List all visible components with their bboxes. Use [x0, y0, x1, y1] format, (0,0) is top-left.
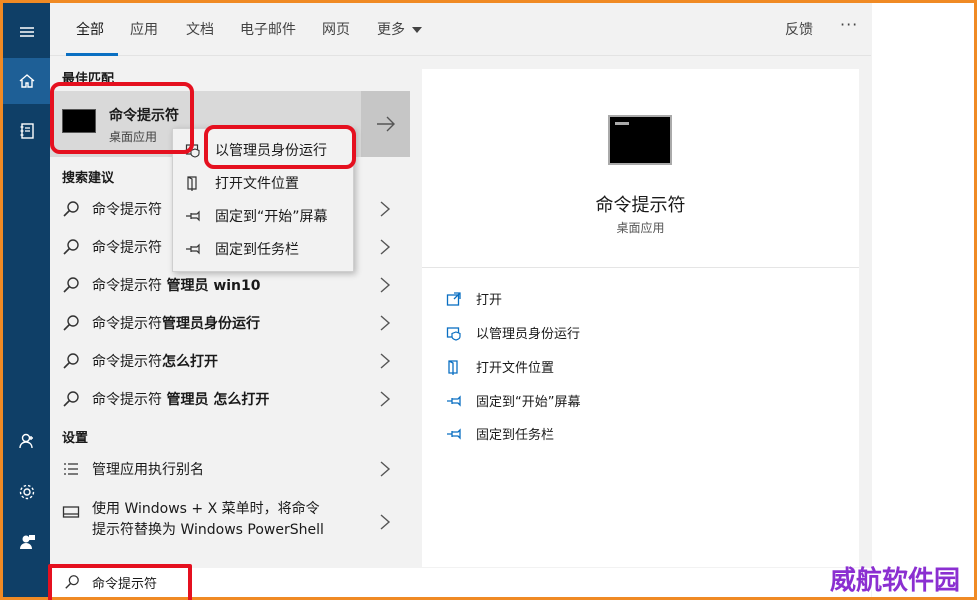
pin-icon [186, 210, 200, 222]
arrow-right-icon [376, 116, 395, 132]
search-icon [63, 201, 79, 217]
suggestion-item[interactable]: 命令提示符 管理员 win10 [50, 267, 410, 303]
menu-item-open-file-location[interactable]: 打开文件位置 [173, 166, 353, 199]
chevron-right-icon [380, 277, 391, 293]
home-icon [19, 74, 34, 88]
chevron-right-icon [380, 239, 391, 255]
suggestion-text: 命令提示符 [92, 202, 162, 218]
divider [422, 267, 859, 268]
feedback-button[interactable]: 反馈 [785, 19, 813, 39]
person-icon [18, 433, 33, 449]
menu-item-pin-taskbar[interactable]: 固定到任务栏 [173, 232, 353, 265]
best-match-expand-button[interactable] [361, 91, 410, 157]
search-icon [63, 315, 79, 331]
chevron-right-icon [380, 315, 391, 331]
notebook-button[interactable] [3, 108, 50, 154]
tab-all[interactable]: 全部 [76, 19, 104, 39]
tab-email[interactable]: 电子邮件 [240, 19, 296, 39]
chevron-right-icon [380, 353, 391, 369]
folder-icon [448, 360, 458, 375]
search-icon [63, 277, 79, 293]
action-label: 打开文件位置 [476, 361, 555, 376]
pin-icon [186, 243, 200, 255]
search-icon [63, 353, 79, 369]
caret-down-icon [412, 27, 423, 33]
tab-apps[interactable]: 应用 [130, 19, 158, 39]
pin-icon [447, 428, 461, 440]
notebook-icon [20, 123, 34, 139]
chevron-right-icon [380, 514, 391, 530]
desktop-background [872, 3, 974, 597]
setting-label: 使用 Windows + X 菜单时，将命令 提示符替换为 Windows Pow… [92, 501, 324, 538]
left-rail [3, 3, 50, 597]
preview-pane: 命令提示符 桌面应用 打开 以管理员身份运行 打开文件位置 固定到“开始”屏幕 … [422, 69, 859, 567]
pin-icon [447, 395, 461, 407]
chevron-right-icon [380, 461, 391, 477]
tab-more-label: 更多 [377, 22, 405, 38]
suggestion-text: 命令提示符管理员身份运行 [92, 316, 260, 332]
watermark: 威航软件园 [830, 566, 961, 596]
list-icon [64, 463, 78, 475]
suggestion-item[interactable]: 命令提示符管理员身份运行 [50, 305, 410, 341]
suggestions-heading: 搜索建议 [62, 171, 115, 186]
active-tab-indicator [66, 53, 118, 56]
settings-button[interactable] [3, 469, 50, 515]
action-label: 打开 [476, 293, 503, 308]
menu-item-label: 固定到任务栏 [215, 242, 299, 258]
suggestion-text: 命令提示符 管理员 怎么打开 [92, 392, 270, 408]
suggestion-text: 命令提示符 [92, 240, 162, 256]
action-label: 以管理员身份运行 [476, 327, 581, 342]
feedback-hub-button[interactable] [3, 519, 50, 565]
filter-tabs: 全部 应用 文档 电子邮件 网页 更多 反馈 ··· [50, 3, 871, 56]
search-icon [63, 239, 79, 255]
preview-app-subtitle: 桌面应用 [616, 221, 665, 235]
more-options-button[interactable]: ··· [840, 15, 858, 34]
folder-icon [187, 176, 197, 191]
setting-item-powershell-replace[interactable]: 使用 Windows + X 菜单时，将命令 提示符替换为 Windows Pow… [50, 497, 410, 553]
home-button[interactable] [3, 58, 50, 104]
setting-label: 管理应用执行别名 [92, 462, 204, 478]
action-open-file-location[interactable]: 打开文件位置 [446, 355, 826, 379]
action-label: 固定到任务栏 [476, 428, 555, 443]
gear-icon [19, 484, 34, 500]
menu-item-label: 打开文件位置 [215, 176, 299, 192]
hamburger-icon [19, 27, 34, 37]
tab-more[interactable]: 更多 [377, 19, 423, 39]
menu-button[interactable] [3, 9, 50, 55]
action-run-as-admin[interactable]: 以管理员身份运行 [446, 321, 826, 345]
chevron-right-icon [380, 391, 391, 407]
tab-web[interactable]: 网页 [322, 19, 350, 39]
tab-documents[interactable]: 文档 [186, 19, 214, 39]
highlight-run-as-admin [204, 125, 356, 169]
account-button[interactable] [3, 418, 50, 464]
action-open[interactable]: 打开 [446, 287, 826, 311]
open-icon [446, 292, 461, 306]
action-pin-taskbar[interactable]: 固定到任务栏 [446, 422, 826, 446]
chevron-right-icon [380, 201, 391, 217]
action-label: 固定到“开始”屏幕 [476, 395, 581, 410]
suggestion-item[interactable]: 命令提示符怎么打开 [50, 343, 410, 379]
suggestion-text: 命令提示符 管理员 win10 [92, 278, 261, 294]
command-prompt-large-icon [608, 115, 672, 165]
taskbar-icon [62, 506, 80, 518]
preview-app-name: 命令提示符 [595, 195, 686, 216]
menu-item-pin-start[interactable]: 固定到“开始”屏幕 [173, 199, 353, 232]
user-feedback-icon [19, 535, 35, 549]
shield-icon [446, 327, 461, 341]
action-pin-start[interactable]: 固定到“开始”屏幕 [446, 389, 826, 413]
setting-item-app-alias[interactable]: 管理应用执行别名 [50, 451, 410, 487]
highlight-best-match [50, 82, 194, 154]
highlight-search-box [48, 564, 192, 600]
search-icon [63, 391, 79, 407]
suggestion-item[interactable]: 命令提示符 管理员 怎么打开 [50, 381, 410, 417]
suggestion-text: 命令提示符怎么打开 [92, 354, 218, 370]
settings-heading: 设置 [62, 431, 89, 446]
menu-item-label: 固定到“开始”屏幕 [215, 209, 328, 225]
